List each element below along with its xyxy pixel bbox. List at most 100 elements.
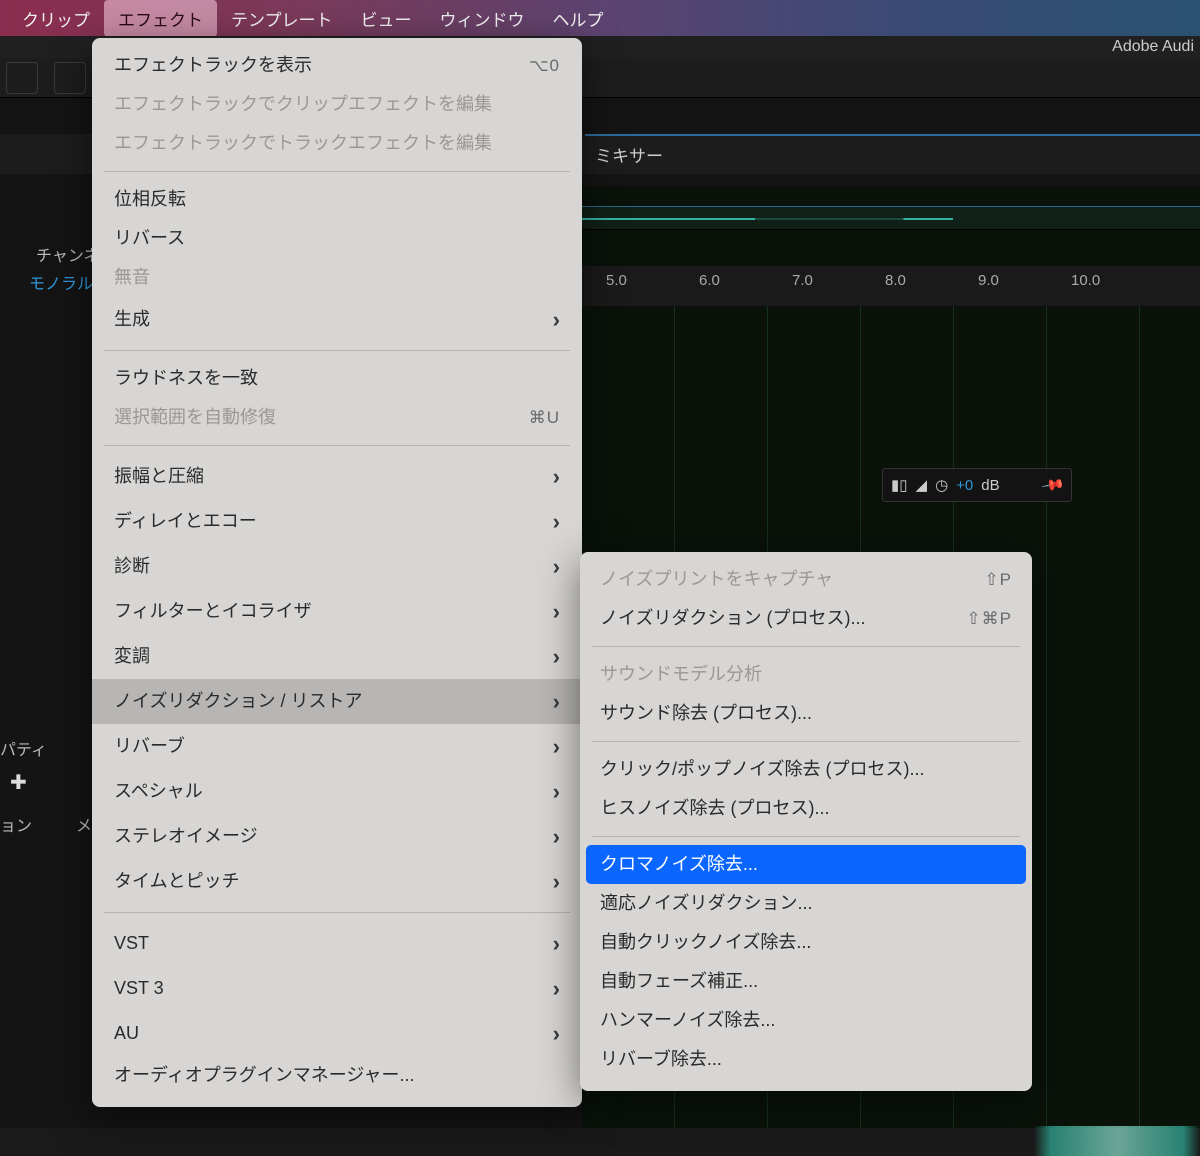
submenu-item-適応ノイズリダクション...[interactable]: 適応ノイズリダクション... xyxy=(580,884,1032,923)
menu-item-ノイズリダクション / リストア[interactable]: ノイズリダクション / リストア xyxy=(92,679,582,724)
menu-item-label: サウンドモデル分析 xyxy=(600,661,762,688)
submenu-item-自動フェーズ補正...[interactable]: 自動フェーズ補正... xyxy=(580,962,1032,1001)
menu-item-label: 変調 xyxy=(114,643,150,670)
menu-item-生成[interactable]: 生成 xyxy=(92,297,582,342)
menu-ビュー[interactable]: ビュー xyxy=(347,0,426,37)
chevron-right-icon xyxy=(553,550,560,583)
menu-item-label: VST xyxy=(114,930,149,957)
menu-ヘルプ[interactable]: ヘルプ xyxy=(539,0,618,37)
property-label: パティ xyxy=(0,736,47,760)
menu-item-振幅と圧縮[interactable]: 振幅と圧縮 xyxy=(92,454,582,499)
menu-item-label: ディレイとエコー xyxy=(114,508,257,535)
menu-エフェクト[interactable]: エフェクト xyxy=(104,0,217,37)
clock-icon: ◷ xyxy=(935,476,948,494)
submenu-item-ハンマーノイズ除去...[interactable]: ハンマーノイズ除去... xyxy=(580,1001,1032,1040)
menu-クリップ[interactable]: クリップ xyxy=(8,0,104,37)
gain-unit: dB xyxy=(981,477,999,494)
menu-item-label: サウンド除去 (プロセス)... xyxy=(600,700,812,727)
tool-marquee[interactable] xyxy=(54,62,86,94)
chevron-right-icon xyxy=(553,972,560,1005)
submenu-item-ヒスノイズ除去 (プロセス)...[interactable]: ヒスノイズ除去 (プロセス)... xyxy=(580,789,1032,828)
waveform-overview[interactable] xyxy=(582,206,1200,230)
meter-icon: ▮▯ xyxy=(891,476,908,494)
shortcut: ⇧P xyxy=(984,567,1012,593)
submenu-item-自動クリックノイズ除去...[interactable]: 自動クリックノイズ除去... xyxy=(580,923,1032,962)
monoral-label[interactable]: モノラル xyxy=(29,270,93,294)
menu-item-リバーブ[interactable]: リバーブ xyxy=(92,724,582,769)
menu-item-AU[interactable]: AU xyxy=(92,1011,582,1056)
effects-dropdown[interactable]: エフェクトラックを表示⌥0 エフェクトラックでクリップエフェクトを編集エフェクトラ… xyxy=(92,38,582,1107)
tick: 10.0 xyxy=(1071,272,1100,289)
menu-ウィンドウ[interactable]: ウィンドウ xyxy=(426,0,539,37)
gain-value: +0 xyxy=(956,477,973,494)
submenu-item-クリック/ポップノイズ除去 (プロセス)...[interactable]: クリック/ポップノイズ除去 (プロセス)... xyxy=(580,750,1032,789)
menu-item-変調[interactable]: 変調 xyxy=(92,634,582,679)
menu-item-label: 無音 xyxy=(114,264,150,291)
chevron-right-icon xyxy=(553,927,560,960)
menu-item-label: ヒスノイズ除去 (プロセス)... xyxy=(600,795,829,822)
menu-item-label: フィルターとイコライザ xyxy=(114,598,312,625)
waveform-clip[interactable] xyxy=(1034,1126,1200,1156)
menu-item-label: エフェクトラックでクリップエフェクトを編集 xyxy=(114,91,492,118)
timeline-ruler[interactable]: 5.06.07.08.09.010.0 xyxy=(582,266,1200,306)
menu-item-label: オーディオプラグインマネージャー... xyxy=(114,1062,414,1089)
menu-item-label: ステレオイメージ xyxy=(114,823,258,850)
signal-icon: ◢ xyxy=(916,476,928,494)
menu-item-ステレオイメージ[interactable]: ステレオイメージ xyxy=(92,814,582,859)
submenu-item-リバーブ除去...[interactable]: リバーブ除去... xyxy=(580,1040,1032,1079)
menu-item-エフェクトラックでクリップエフェクトを編集: エフェクトラックでクリップエフェクトを編集 xyxy=(92,85,582,124)
menu-item-VST[interactable]: VST xyxy=(92,921,582,966)
menu-item-スペシャル[interactable]: スペシャル xyxy=(92,769,582,814)
chevron-right-icon xyxy=(553,595,560,628)
pin-icon[interactable]: 📌 xyxy=(1041,472,1067,497)
menu-item-リバース[interactable]: リバース xyxy=(92,219,582,258)
menu-item-オーディオプラグインマネージャー...[interactable]: オーディオプラグインマネージャー... xyxy=(92,1056,582,1095)
menu-item-label: リバース xyxy=(114,225,185,252)
menu-item-label: 適応ノイズリダクション... xyxy=(600,890,812,917)
tick: 6.0 xyxy=(699,272,720,289)
menu-テンプレート[interactable]: テンプレート xyxy=(217,0,347,37)
plus-icon[interactable]: ✚ xyxy=(10,770,27,795)
chevron-right-icon xyxy=(553,685,560,718)
tick: 8.0 xyxy=(885,272,906,289)
menu-item-label: 自動フェーズ補正... xyxy=(600,968,758,995)
menu-item-label: リバーブ除去... xyxy=(600,1046,722,1073)
menu-item-label: ハンマーノイズ除去... xyxy=(600,1007,775,1034)
menu-item-label: 自動クリックノイズ除去... xyxy=(600,929,811,956)
menu-item-label: ノイズプリントをキャプチャ xyxy=(600,566,833,593)
menu-item-フィルターとイコライザ[interactable]: フィルターとイコライザ xyxy=(92,589,582,634)
submenu-item-ノイズリダクション (プロセス)...[interactable]: ノイズリダクション (プロセス)...⇧⌘P xyxy=(580,599,1032,638)
menu-item-診断[interactable]: 診断 xyxy=(92,544,582,589)
channels-label: チャンネ xyxy=(36,242,100,266)
chevron-right-icon xyxy=(553,460,560,493)
menu-item-label: 振幅と圧縮 xyxy=(114,463,204,490)
divider xyxy=(585,134,1200,136)
menu-item-選択範囲を自動修復: 選択範囲を自動修復⌘U xyxy=(92,398,582,437)
menu-item-label: 診断 xyxy=(114,553,150,580)
app-title-text: Adobe Audi xyxy=(1112,38,1194,56)
menu-item-label: VST 3 xyxy=(114,975,164,1002)
menu-item-ディレイとエコー[interactable]: ディレイとエコー xyxy=(92,499,582,544)
menu-item-位相反転[interactable]: 位相反転 xyxy=(92,180,582,219)
chevron-right-icon xyxy=(553,1017,560,1050)
chevron-right-icon xyxy=(553,303,560,336)
menu-item-ラウドネスを一致[interactable]: ラウドネスを一致 xyxy=(92,359,582,398)
chevron-right-icon xyxy=(553,865,560,898)
menu-item-VST 3[interactable]: VST 3 xyxy=(92,966,582,1011)
submenu-item-サウンド除去 (プロセス)...[interactable]: サウンド除去 (プロセス)... xyxy=(580,694,1032,733)
menu-item-label: ラウドネスを一致 xyxy=(114,365,258,392)
menu-item-label: エフェクトラックでトラックエフェクトを編集 xyxy=(114,130,492,157)
me-label: メ xyxy=(76,812,92,836)
submenu-item-サウンドモデル分析: サウンドモデル分析 xyxy=(580,655,1032,694)
submenu-item-クロマノイズ除去...[interactable]: クロマノイズ除去... xyxy=(586,845,1026,884)
menu-item-タイムとピッチ[interactable]: タイムとピッチ xyxy=(92,859,582,904)
chevron-right-icon xyxy=(553,640,560,673)
noise-reduction-submenu[interactable]: ノイズプリントをキャプチャ ⇧P ノイズリダクション (プロセス)...⇧⌘P サウン… xyxy=(580,552,1032,1091)
gain-indicator[interactable]: ▮▯ ◢ ◷ +0 dB 📌 xyxy=(882,468,1072,502)
shortcut: ⌥0 xyxy=(529,53,560,79)
ion-label: ョン xyxy=(0,812,32,836)
shortcut: ⇧⌘P xyxy=(966,606,1012,632)
mixer-tab[interactable]: ミキサー xyxy=(595,142,663,167)
tool-waveform[interactable] xyxy=(6,62,38,94)
menu-item-エフェクトラックを表示[interactable]: エフェクトラックを表示⌥0 xyxy=(92,46,582,85)
